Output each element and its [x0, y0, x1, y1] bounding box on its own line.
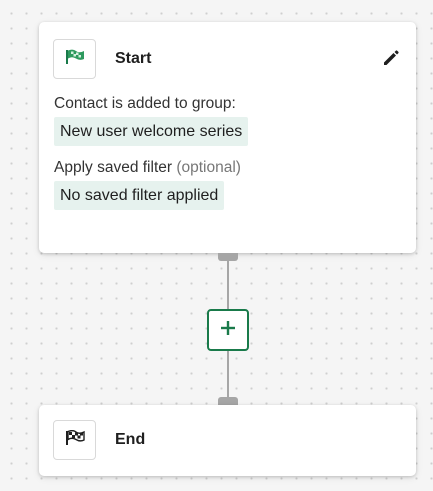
- trigger-group-chip: New user welcome series: [54, 117, 249, 146]
- end-node-card[interactable]: End: [39, 405, 416, 476]
- start-output-handle[interactable]: [218, 253, 238, 261]
- plus-icon: [220, 320, 236, 341]
- add-step-button[interactable]: [207, 309, 249, 351]
- saved-filter-chip: No saved filter applied: [54, 181, 225, 210]
- end-input-handle[interactable]: [218, 397, 238, 405]
- pencil-icon: [381, 48, 401, 73]
- end-icon-box: [53, 420, 96, 460]
- start-node-header: Start: [53, 39, 416, 79]
- trigger-label: Contact is added to group:: [54, 95, 236, 112]
- filter-optional-text: (optional): [176, 159, 241, 176]
- checkered-flag-icon: [65, 429, 85, 451]
- filter-label-text: Apply saved filter: [54, 159, 173, 176]
- end-node-title: End: [115, 431, 146, 448]
- start-node-title: Start: [115, 50, 152, 67]
- end-node-header: End: [53, 420, 416, 460]
- flag-icon: [65, 49, 85, 70]
- start-icon-box: [53, 39, 96, 79]
- start-node-card[interactable]: Start Contact is added to group: New use…: [39, 22, 416, 253]
- edit-pencil-button[interactable]: [380, 49, 402, 71]
- connector-line-bottom: [227, 351, 229, 397]
- filter-label: Apply saved filter (optional): [54, 159, 416, 177]
- connector-line-top: [227, 261, 229, 309]
